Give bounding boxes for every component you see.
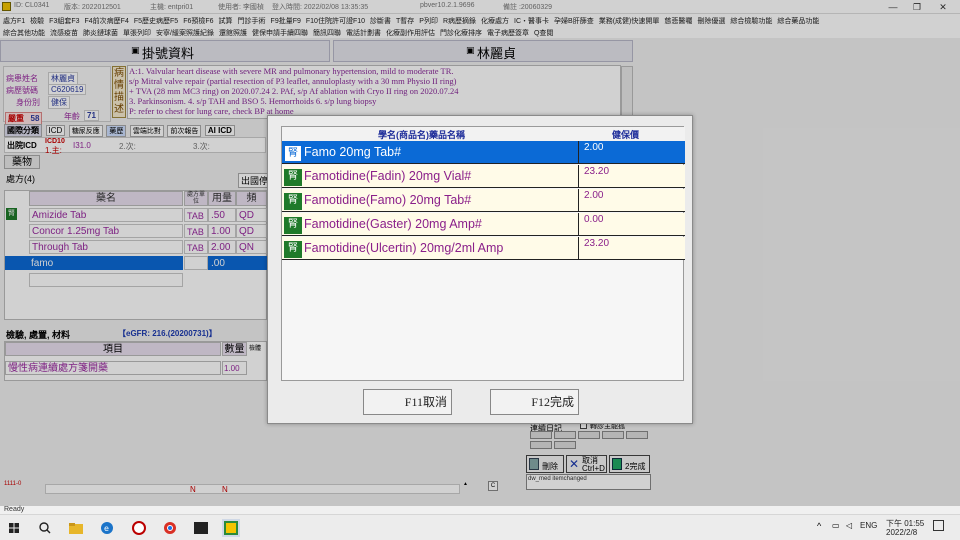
network-icon[interactable]: ▭ — [832, 521, 840, 530]
drug-option-name: Famotidine(Ulcertin) 20mg/2ml Amp — [304, 237, 579, 260]
drug-option-row[interactable]: 腎 Famotidine(Ulcertin) 20mg/2ml Amp 23.2… — [282, 237, 685, 260]
windows-taskbar: e ^ ▭ ◁ ENG 下午 01:55 2022/2/8 — [0, 514, 960, 540]
grid-header: 學名(商品名)藥品名稱 健保價 — [282, 127, 685, 141]
kidney-icon: 腎 — [284, 217, 302, 234]
app-icon-1[interactable] — [130, 519, 148, 537]
drug-option-price: 23.20 — [584, 166, 610, 177]
status-text: Ready — [4, 506, 25, 513]
ime-indicator[interactable]: ENG — [860, 521, 877, 530]
notification-icon[interactable] — [933, 520, 944, 531]
drug-result-grid: 學名(商品名)藥品名稱 健保價 腎 Famo 20mg Tab# 2.00 腎 … — [281, 126, 685, 381]
active-app-icon[interactable] — [222, 519, 240, 537]
grid-header-name: 學名(商品名)藥品名稱 — [378, 130, 465, 140]
file-explorer-icon[interactable] — [67, 519, 85, 537]
windows-start-icon[interactable] — [5, 519, 23, 537]
volume-icon[interactable]: ◁ — [846, 521, 852, 530]
drug-option-price: 23.20 — [584, 238, 610, 249]
terminal-icon[interactable] — [192, 519, 210, 537]
drug-option-price: 2.00 — [584, 142, 604, 153]
tray-chevron-icon[interactable]: ^ — [817, 521, 821, 531]
drug-option-price: 2.00 — [584, 190, 604, 201]
svg-text:e: e — [104, 524, 109, 533]
search-icon[interactable] — [36, 519, 54, 537]
f12-complete-button[interactable]: F12完成 — [490, 389, 579, 415]
kidney-icon: 腎 — [284, 169, 302, 186]
chrome-icon[interactable] — [161, 519, 179, 537]
grid-header-price: 健保價 — [612, 130, 640, 140]
kidney-icon: 腎 — [284, 145, 302, 162]
drug-option-name: Famotidine(Fadin) 20mg Vial# — [304, 165, 579, 188]
drug-option-name: Famotidine(Gaster) 20mg Amp# — [304, 213, 579, 236]
edge-browser-icon[interactable]: e — [98, 519, 116, 537]
drug-option-name: Famo 20mg Tab# — [304, 141, 579, 164]
kidney-icon: 腎 — [284, 193, 302, 210]
f11-cancel-button[interactable]: F11取消 — [363, 389, 452, 415]
drug-option-name: Famotidine(Famo) 20mg Tab# — [304, 189, 579, 212]
clock-date[interactable]: 2022/2/8 — [886, 528, 917, 537]
drug-option-row-selected[interactable]: 腎 Famo 20mg Tab# 2.00 — [282, 141, 685, 164]
drug-picker-dialog: 學名(商品名)藥品名稱 健保價 腎 Famo 20mg Tab# 2.00 腎 … — [267, 115, 693, 424]
drug-option-price: 0.00 — [584, 214, 604, 225]
drug-option-row[interactable]: 腎 Famotidine(Famo) 20mg Tab# 2.00 — [282, 189, 685, 212]
drug-option-row[interactable]: 腎 Famotidine(Gaster) 20mg Amp# 0.00 — [282, 213, 685, 236]
drug-option-row[interactable]: 腎 Famotidine(Fadin) 20mg Vial# 23.20 — [282, 165, 685, 188]
kidney-icon: 腎 — [284, 241, 302, 258]
